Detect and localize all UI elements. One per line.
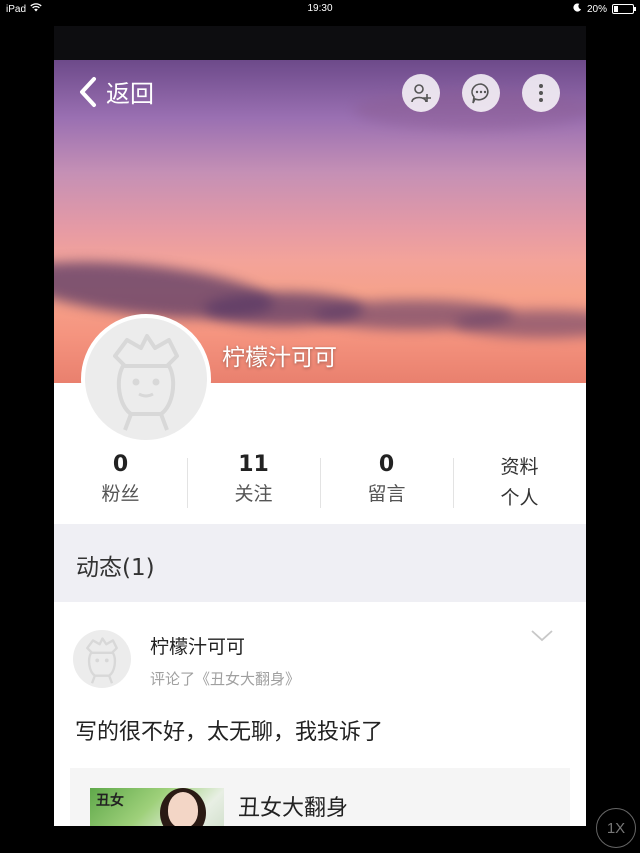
status-time: 19:30: [307, 3, 333, 14]
chevron-down-icon: [531, 630, 553, 642]
navbar: 返回: [54, 60, 586, 124]
stat-messages[interactable]: 0 留言: [320, 450, 453, 514]
cover-title-text: 丑女: [96, 793, 124, 809]
stats-bar: 0 粉丝 11 关注 0 留言 资料 个人: [54, 450, 586, 514]
message-button[interactable]: [462, 74, 500, 112]
moon-icon: [573, 3, 582, 15]
profile-info-line2: 个人: [500, 487, 539, 509]
stat-fans[interactable]: 0 粉丝: [54, 450, 187, 514]
back-button[interactable]: 返回: [78, 74, 154, 109]
status-bar: iPad 19:30 20%: [0, 0, 640, 18]
status-right: 20%: [573, 3, 636, 15]
post-action: 评论了《丑女大翻身》: [150, 670, 301, 688]
battery-percent: 20%: [586, 3, 607, 15]
add-user-icon: [411, 84, 431, 103]
feed-header: 动态(1): [54, 524, 586, 602]
zoom-button[interactable]: 1X: [596, 808, 636, 848]
default-avatar-icon: [86, 637, 118, 684]
stat-label: 粉丝: [101, 483, 140, 505]
back-arrow-icon: [80, 76, 96, 107]
default-avatar-icon: [113, 334, 179, 431]
cloud-shape: [454, 310, 586, 338]
cover-face-shape: [168, 792, 198, 826]
stat-value: 11: [238, 452, 269, 477]
profile-name: 柠檬汁可可: [222, 345, 337, 371]
profile-info-button[interactable]: 资料 个人: [453, 450, 586, 514]
follow-button[interactable]: [402, 74, 440, 112]
more-button[interactable]: [522, 74, 560, 112]
app-window: 返回 柠檬汁可可 0 粉丝 11 关注 0 留言 资料 个人 动态(1) 柠檬汁…: [54, 26, 586, 826]
feed-post: 柠檬汁可可 评论了《丑女大翻身》 写的很不好，太无聊，我投诉了 丑女 丑女大翻身: [54, 602, 586, 826]
post-author-name[interactable]: 柠檬汁可可: [150, 632, 245, 659]
top-strip: [54, 26, 586, 60]
stat-following[interactable]: 11 关注: [187, 450, 320, 514]
profile-avatar[interactable]: [81, 314, 211, 444]
book-card[interactable]: 丑女 丑女大翻身: [70, 768, 570, 826]
battery-fill: [614, 6, 618, 12]
stat-label: 留言: [367, 483, 406, 505]
book-title: 丑女大翻身: [238, 796, 349, 821]
post-author-avatar[interactable]: [73, 630, 131, 688]
stat-label: 关注: [234, 483, 273, 505]
profile-info-line1: 资料: [500, 456, 539, 478]
feed-title: 动态(1): [76, 555, 155, 581]
chat-bubble-icon: [471, 83, 489, 104]
back-label: 返回: [106, 80, 154, 108]
stat-value: 0: [378, 452, 395, 477]
post-options-button[interactable]: [530, 628, 554, 647]
more-vertical-icon: [539, 84, 543, 102]
post-content: 写的很不好，太无聊，我投诉了: [75, 720, 384, 745]
stat-value: 0: [112, 452, 129, 477]
battery-icon: [612, 4, 636, 14]
book-cover: 丑女: [90, 788, 224, 826]
